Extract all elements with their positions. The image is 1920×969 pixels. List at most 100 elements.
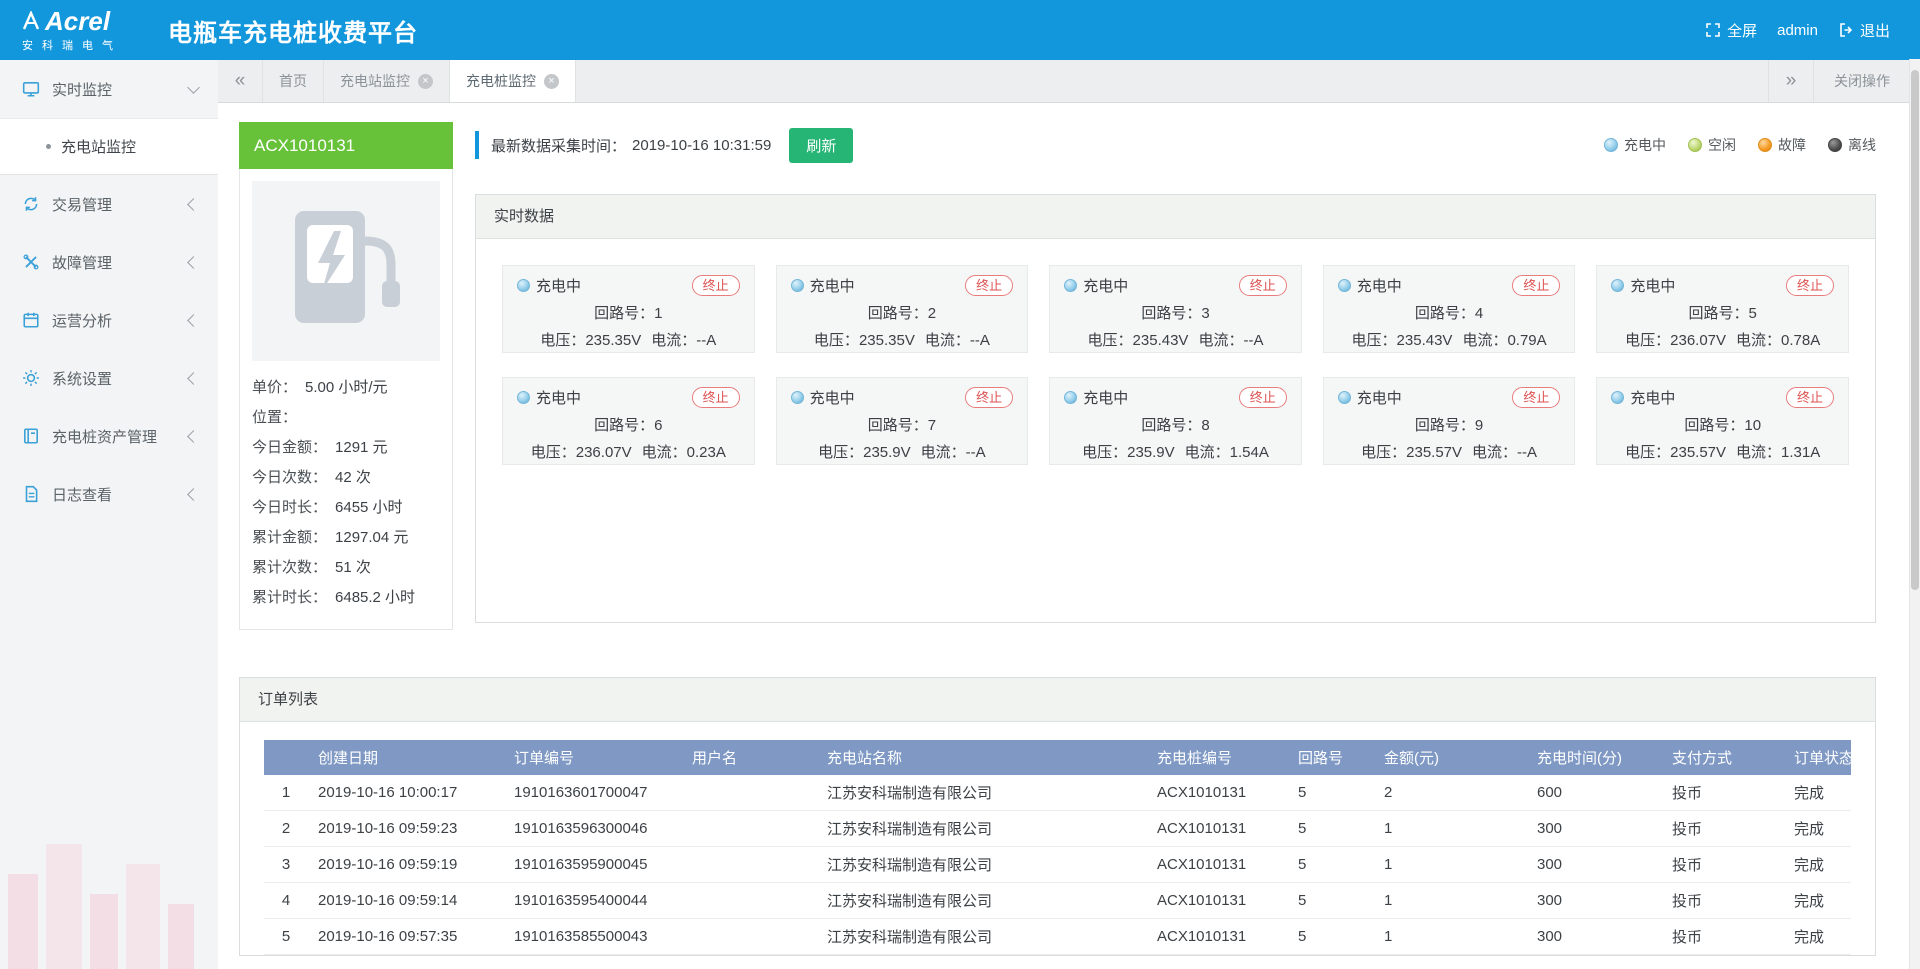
chevron-left-icon	[187, 198, 200, 211]
circuit-card-8: 充电中终止 回路号：8 电压：235.9V电流：1.54A	[1049, 377, 1302, 465]
terminate-button[interactable]: 终止	[1786, 387, 1834, 408]
stat-total-duration: 累计时长：6485.2 小时	[252, 583, 440, 613]
orders-panel: 订单列表 创建日期 订单编号 用户名 充电站名称 充电桩编号	[239, 677, 1876, 956]
refresh-button[interactable]: 刷新	[789, 128, 853, 163]
circuit-status: 充电中	[1083, 387, 1128, 408]
charging-dot-icon	[1611, 391, 1624, 404]
tab-bar: « 首页 充电站监控 × 充电桩监控 × » 关闭操作	[218, 60, 1910, 103]
circuit-status: 充电中	[1357, 387, 1402, 408]
col-pile-no: 充电桩编号	[1147, 740, 1288, 775]
bullet-icon	[46, 144, 51, 149]
tab-close-icon[interactable]: ×	[544, 74, 559, 89]
username: admin	[1777, 22, 1818, 39]
circuit-no-value: 4	[1475, 305, 1483, 322]
collect-time-value: 2019-10-16 10:31:59	[632, 137, 771, 154]
current-label: 电流：	[1198, 332, 1243, 349]
current-label: 电流：	[651, 332, 696, 349]
charging-dot-icon	[1064, 391, 1077, 404]
vertical-scrollbar[interactable]	[1909, 59, 1920, 969]
terminate-button[interactable]: 终止	[1512, 387, 1560, 408]
status-legend: 充电中 空闲 故障 离线	[1604, 135, 1876, 155]
circuit-status: 充电中	[536, 387, 581, 408]
sidebar-item-charging-station-monitor[interactable]: 充电站监控	[0, 119, 218, 174]
close-operations-button[interactable]: 关闭操作	[1813, 60, 1910, 102]
tab-home[interactable]: 首页	[263, 60, 324, 102]
terminate-button[interactable]: 终止	[692, 387, 740, 408]
sidebar-item-label: 实时监控	[52, 79, 189, 100]
tab-label: 首页	[279, 71, 307, 91]
col-charge-minutes: 充电时间(分)	[1527, 740, 1662, 775]
current-label: 电流：	[921, 444, 966, 461]
order-row: 5 2019-10-16 09:57:35 1910163585500043 江…	[264, 919, 1851, 955]
logo-subtext: 安科瑞电气	[22, 37, 152, 53]
sidebar-item-label: 系统设置	[52, 368, 189, 389]
orders-panel-title: 订单列表	[240, 678, 1875, 722]
tabs-forward-icon[interactable]: »	[1768, 60, 1813, 102]
voltage-value: 235.35V	[585, 332, 641, 349]
circuit-no-value: 6	[654, 417, 662, 434]
order-row: 2 2019-10-16 09:59:23 1910163596300046 江…	[264, 811, 1851, 847]
orders-header-row: 创建日期 订单编号 用户名 充电站名称 充电桩编号 回路号 金额(元) 充电时间…	[264, 740, 1851, 775]
circuit-no-label: 回路号：	[868, 417, 928, 434]
terminate-button[interactable]: 终止	[1239, 275, 1287, 296]
acrel-logo-icon	[22, 11, 40, 31]
tab-pile-monitor[interactable]: 充电桩监控 ×	[450, 60, 576, 102]
circuit-no-value: 2	[928, 305, 936, 322]
sidebar-item-analysis[interactable]: 运营分析	[0, 291, 218, 349]
user-menu[interactable]: admin	[1777, 22, 1818, 39]
charging-dot-icon	[517, 279, 530, 292]
tab-station-monitor[interactable]: 充电站监控 ×	[324, 60, 450, 102]
voltage-value: 235.43V	[1397, 332, 1453, 349]
tab-label: 充电桩监控	[466, 71, 536, 91]
fullscreen-button[interactable]: 全屏	[1705, 20, 1757, 41]
voltage-label: 电压：	[531, 444, 576, 461]
circuit-card-9: 充电中终止 回路号：9 电压：235.57V电流：--A	[1323, 377, 1576, 465]
tab-close-icon[interactable]: ×	[418, 74, 433, 89]
legend-charging: 充电中	[1604, 135, 1666, 155]
assets-book-icon	[22, 427, 40, 445]
circuit-card-10: 充电中终止 回路号：10 电压：235.57V电流：1.31A	[1596, 377, 1849, 465]
sidebar-item-realtime-monitor[interactable]: 实时监控	[0, 60, 218, 118]
sidebar-item-transactions[interactable]: 交易管理	[0, 175, 218, 233]
terminate-button[interactable]: 终止	[1786, 275, 1834, 296]
terminate-button[interactable]: 终止	[965, 275, 1013, 296]
order-row: 1 2019-10-16 10:00:17 1910163601700047 江…	[264, 775, 1851, 811]
chevron-left-icon	[187, 372, 200, 385]
circuit-no-label: 回路号：	[1141, 305, 1201, 322]
logout-button[interactable]: 退出	[1838, 20, 1890, 41]
legend-fault: 故障	[1758, 135, 1806, 155]
sidebar-item-assets[interactable]: 充电桩资产管理	[0, 407, 218, 465]
voltage-label: 电压：	[540, 332, 585, 349]
device-id: ACX1010131	[239, 122, 453, 169]
sidebar-item-settings[interactable]: 系统设置	[0, 349, 218, 407]
voltage-value: 235.57V	[1406, 444, 1462, 461]
header-actions: 全屏 admin 退出	[1705, 20, 1890, 41]
current-value: --A	[966, 444, 986, 461]
app-root: { "app": { "logo_text": "Acrel", "logo_s…	[0, 0, 1920, 969]
current-value: --A	[696, 332, 716, 349]
sidebar: 实时监控 充电站监控 交易管理 故障管理	[0, 60, 218, 969]
circuit-no-label: 回路号：	[1141, 417, 1201, 434]
scrollbar-thumb[interactable]	[1911, 70, 1919, 590]
voltage-label: 电压：	[814, 332, 859, 349]
circuit-status: 充电中	[1357, 275, 1402, 296]
voltage-value: 235.35V	[859, 332, 915, 349]
monitor-icon	[22, 80, 40, 98]
tabs-back-icon[interactable]: «	[218, 60, 263, 102]
terminate-button[interactable]: 终止	[965, 387, 1013, 408]
circuit-status: 充电中	[810, 275, 855, 296]
sidebar-item-logs[interactable]: 日志查看	[0, 465, 218, 523]
terminate-button[interactable]: 终止	[1512, 275, 1560, 296]
terminate-button[interactable]: 终止	[1239, 387, 1287, 408]
voltage-value: 235.43V	[1133, 332, 1189, 349]
sidebar-item-faults[interactable]: 故障管理	[0, 233, 218, 291]
circuit-status: 充电中	[1630, 275, 1675, 296]
orders-table: 创建日期 订单编号 用户名 充电站名称 充电桩编号 回路号 金额(元) 充电时间…	[264, 740, 1851, 955]
terminate-button[interactable]: 终止	[692, 275, 740, 296]
voltage-label: 电压：	[1088, 332, 1133, 349]
circuit-no-value: 7	[928, 417, 936, 434]
main-content: ACX1010131 单价：5.00	[218, 102, 1910, 969]
current-value: 1.31A	[1781, 444, 1820, 461]
col-order-no: 订单编号	[504, 740, 682, 775]
circuit-no-value: 5	[1749, 305, 1757, 322]
